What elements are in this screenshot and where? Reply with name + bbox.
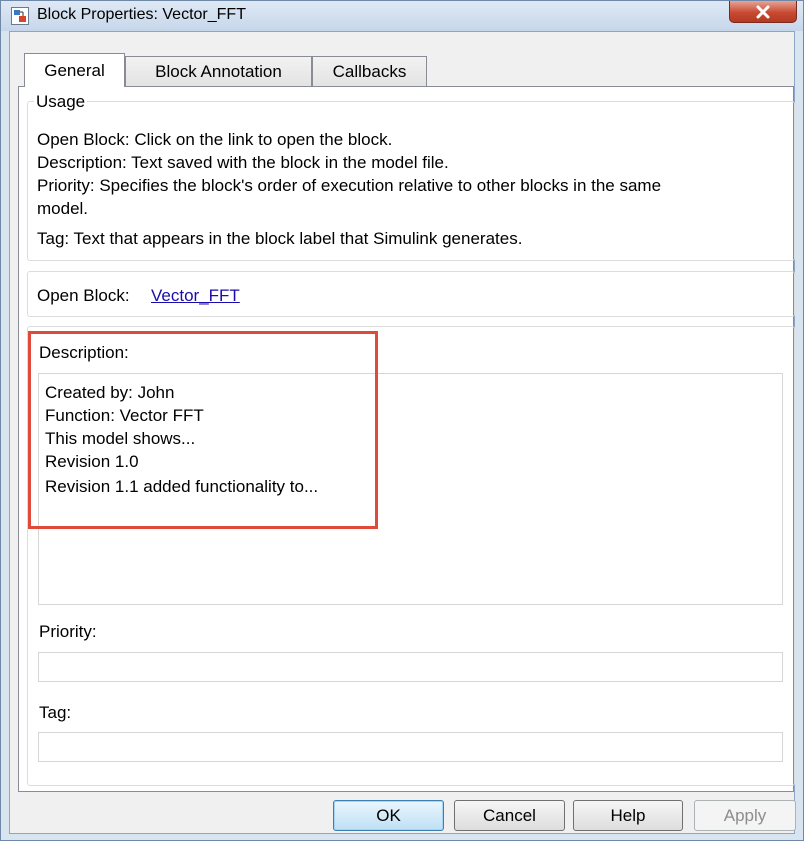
simulink-block-icon	[11, 7, 29, 25]
help-button-label: Help	[610, 805, 646, 825]
open-block-label: Open Block:	[37, 286, 130, 305]
close-icon	[756, 5, 770, 18]
title-bar[interactable]: Block Properties: Vector_FFT	[1, 1, 803, 31]
open-block-group	[27, 271, 795, 317]
usage-line: Description: Text saved with the block i…	[37, 153, 449, 172]
cancel-button-label: Cancel	[483, 805, 536, 825]
apply-button-label: Apply	[723, 805, 767, 825]
tag-field[interactable]	[38, 732, 783, 762]
help-button[interactable]: Help	[573, 800, 683, 831]
usage-line: Tag: Text that appears in the block labe…	[37, 229, 523, 248]
window-title: Block Properties: Vector_FFT	[37, 6, 246, 23]
cancel-button[interactable]: Cancel	[454, 800, 565, 831]
ok-button[interactable]: OK	[333, 800, 444, 831]
tab-block-annotation[interactable]: Block Annotation	[125, 56, 312, 86]
ok-button-label: OK	[376, 805, 401, 825]
close-button[interactable]	[729, 1, 797, 23]
tab-label: Callbacks	[332, 61, 407, 81]
usage-line: Priority: Specifies the block's order of…	[37, 176, 662, 195]
tab-label: Block Annotation	[155, 61, 282, 81]
tab-label: General	[44, 60, 105, 80]
tab-general[interactable]: General	[24, 53, 125, 87]
description-highlight-box	[28, 331, 378, 529]
usage-line: Open Block: Click on the link to open th…	[37, 130, 393, 149]
tag-label: Tag:	[39, 703, 72, 722]
open-block-link[interactable]: Vector_FFT	[151, 286, 240, 306]
usage-group-title: Usage	[34, 92, 88, 112]
priority-field[interactable]	[38, 652, 783, 682]
usage-line: model.	[37, 199, 89, 218]
priority-label: Priority:	[39, 622, 97, 641]
apply-button[interactable]: Apply	[694, 800, 796, 831]
tab-callbacks[interactable]: Callbacks	[312, 56, 427, 86]
